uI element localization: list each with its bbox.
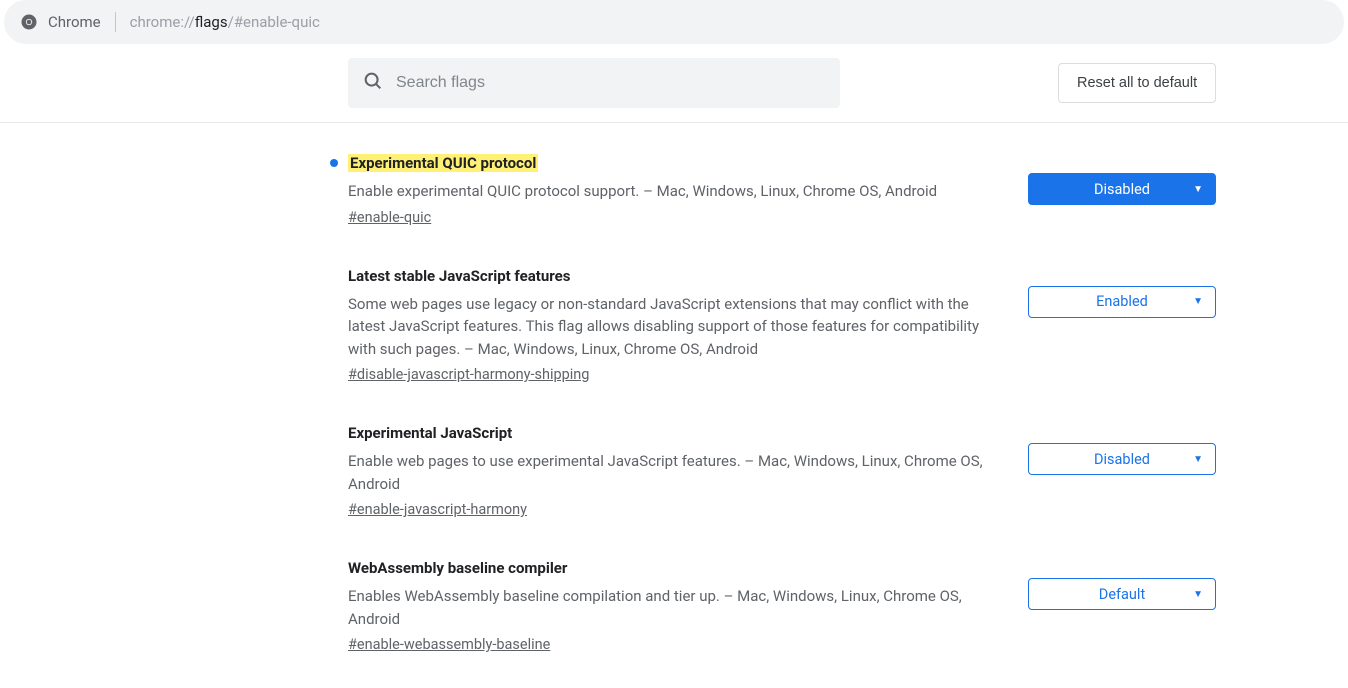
flag-description: Enable experimental QUIC protocol suppor…	[348, 180, 1008, 203]
flag-anchor-link[interactable]: #enable-webassembly-baseline	[348, 636, 550, 653]
flag-main: Experimental QUIC protocol Enable experim…	[348, 153, 1008, 226]
flag-modified-col	[330, 266, 348, 272]
flag-select-label: Enabled	[1096, 293, 1148, 310]
url-suffix: /#enable-quic	[228, 13, 320, 31]
flag-description: Enables WebAssembly baseline compilation…	[348, 585, 1008, 630]
flag-modified-col	[330, 558, 348, 564]
omnibox[interactable]: Chrome chrome://flags/#enable-quic	[4, 0, 1344, 44]
flag-main: Latest stable JavaScript features Some we…	[348, 266, 1008, 384]
search-input[interactable]	[396, 74, 826, 92]
url-text: chrome://flags/#enable-quic	[130, 13, 320, 31]
flag-select[interactable]: Default ▼	[1028, 578, 1216, 610]
flag-title: Latest stable JavaScript features	[348, 267, 570, 285]
url-prefix: chrome://	[130, 13, 195, 31]
flag-select-label: Default	[1099, 586, 1145, 603]
flag-anchor-link[interactable]: #enable-javascript-harmony	[348, 501, 527, 518]
flag-select-col: Enabled ▼	[1028, 266, 1228, 318]
flag-modified-col	[330, 423, 348, 429]
flag-description: Some web pages use legacy or non-standar…	[348, 293, 1008, 361]
chevron-down-icon: ▼	[1193, 454, 1203, 465]
search-icon	[362, 70, 384, 96]
flag-select[interactable]: Disabled ▼	[1028, 443, 1216, 475]
flags-list: Experimental QUIC protocol Enable experim…	[330, 123, 1228, 653]
flag-select-col: Disabled ▼	[1028, 423, 1228, 475]
flag-row: Experimental QUIC protocol Enable experim…	[330, 153, 1228, 226]
flag-description: Enable web pages to use experimental Jav…	[348, 450, 1008, 495]
flag-anchor-link[interactable]: #disable-javascript-harmony-shipping	[348, 366, 589, 383]
modified-dot-icon	[330, 159, 338, 167]
flag-main: WebAssembly baseline compiler Enables Web…	[348, 558, 1008, 653]
chevron-down-icon: ▼	[1193, 296, 1203, 307]
flag-title: Experimental JavaScript	[348, 424, 512, 442]
flag-modified-col	[330, 153, 348, 167]
flag-row: WebAssembly baseline compiler Enables Web…	[330, 558, 1228, 653]
flag-select-col: Default ▼	[1028, 558, 1228, 610]
flag-select-label: Disabled	[1094, 451, 1150, 468]
flag-row: Latest stable JavaScript features Some we…	[330, 266, 1228, 384]
url-strong: flags	[195, 13, 228, 31]
flag-select[interactable]: Disabled ▼	[1028, 173, 1216, 205]
flag-row: Experimental JavaScript Enable web pages …	[330, 423, 1228, 518]
reset-all-button[interactable]: Reset all to default	[1058, 63, 1216, 103]
chevron-down-icon: ▼	[1193, 184, 1203, 195]
search-box[interactable]	[348, 58, 840, 108]
flag-title: Experimental QUIC protocol	[348, 154, 538, 172]
flag-select[interactable]: Enabled ▼	[1028, 286, 1216, 318]
chevron-down-icon: ▼	[1193, 589, 1203, 600]
chrome-icon	[20, 13, 38, 31]
flag-title: WebAssembly baseline compiler	[348, 559, 567, 577]
flag-select-col: Disabled ▼	[1028, 153, 1228, 205]
flag-main: Experimental JavaScript Enable web pages …	[348, 423, 1008, 518]
flag-anchor-link[interactable]: #enable-quic	[348, 209, 431, 226]
page-header: Reset all to default	[0, 44, 1348, 123]
app-label: Chrome	[48, 13, 101, 31]
flag-select-label: Disabled	[1094, 181, 1150, 198]
omnibox-divider	[115, 12, 116, 32]
